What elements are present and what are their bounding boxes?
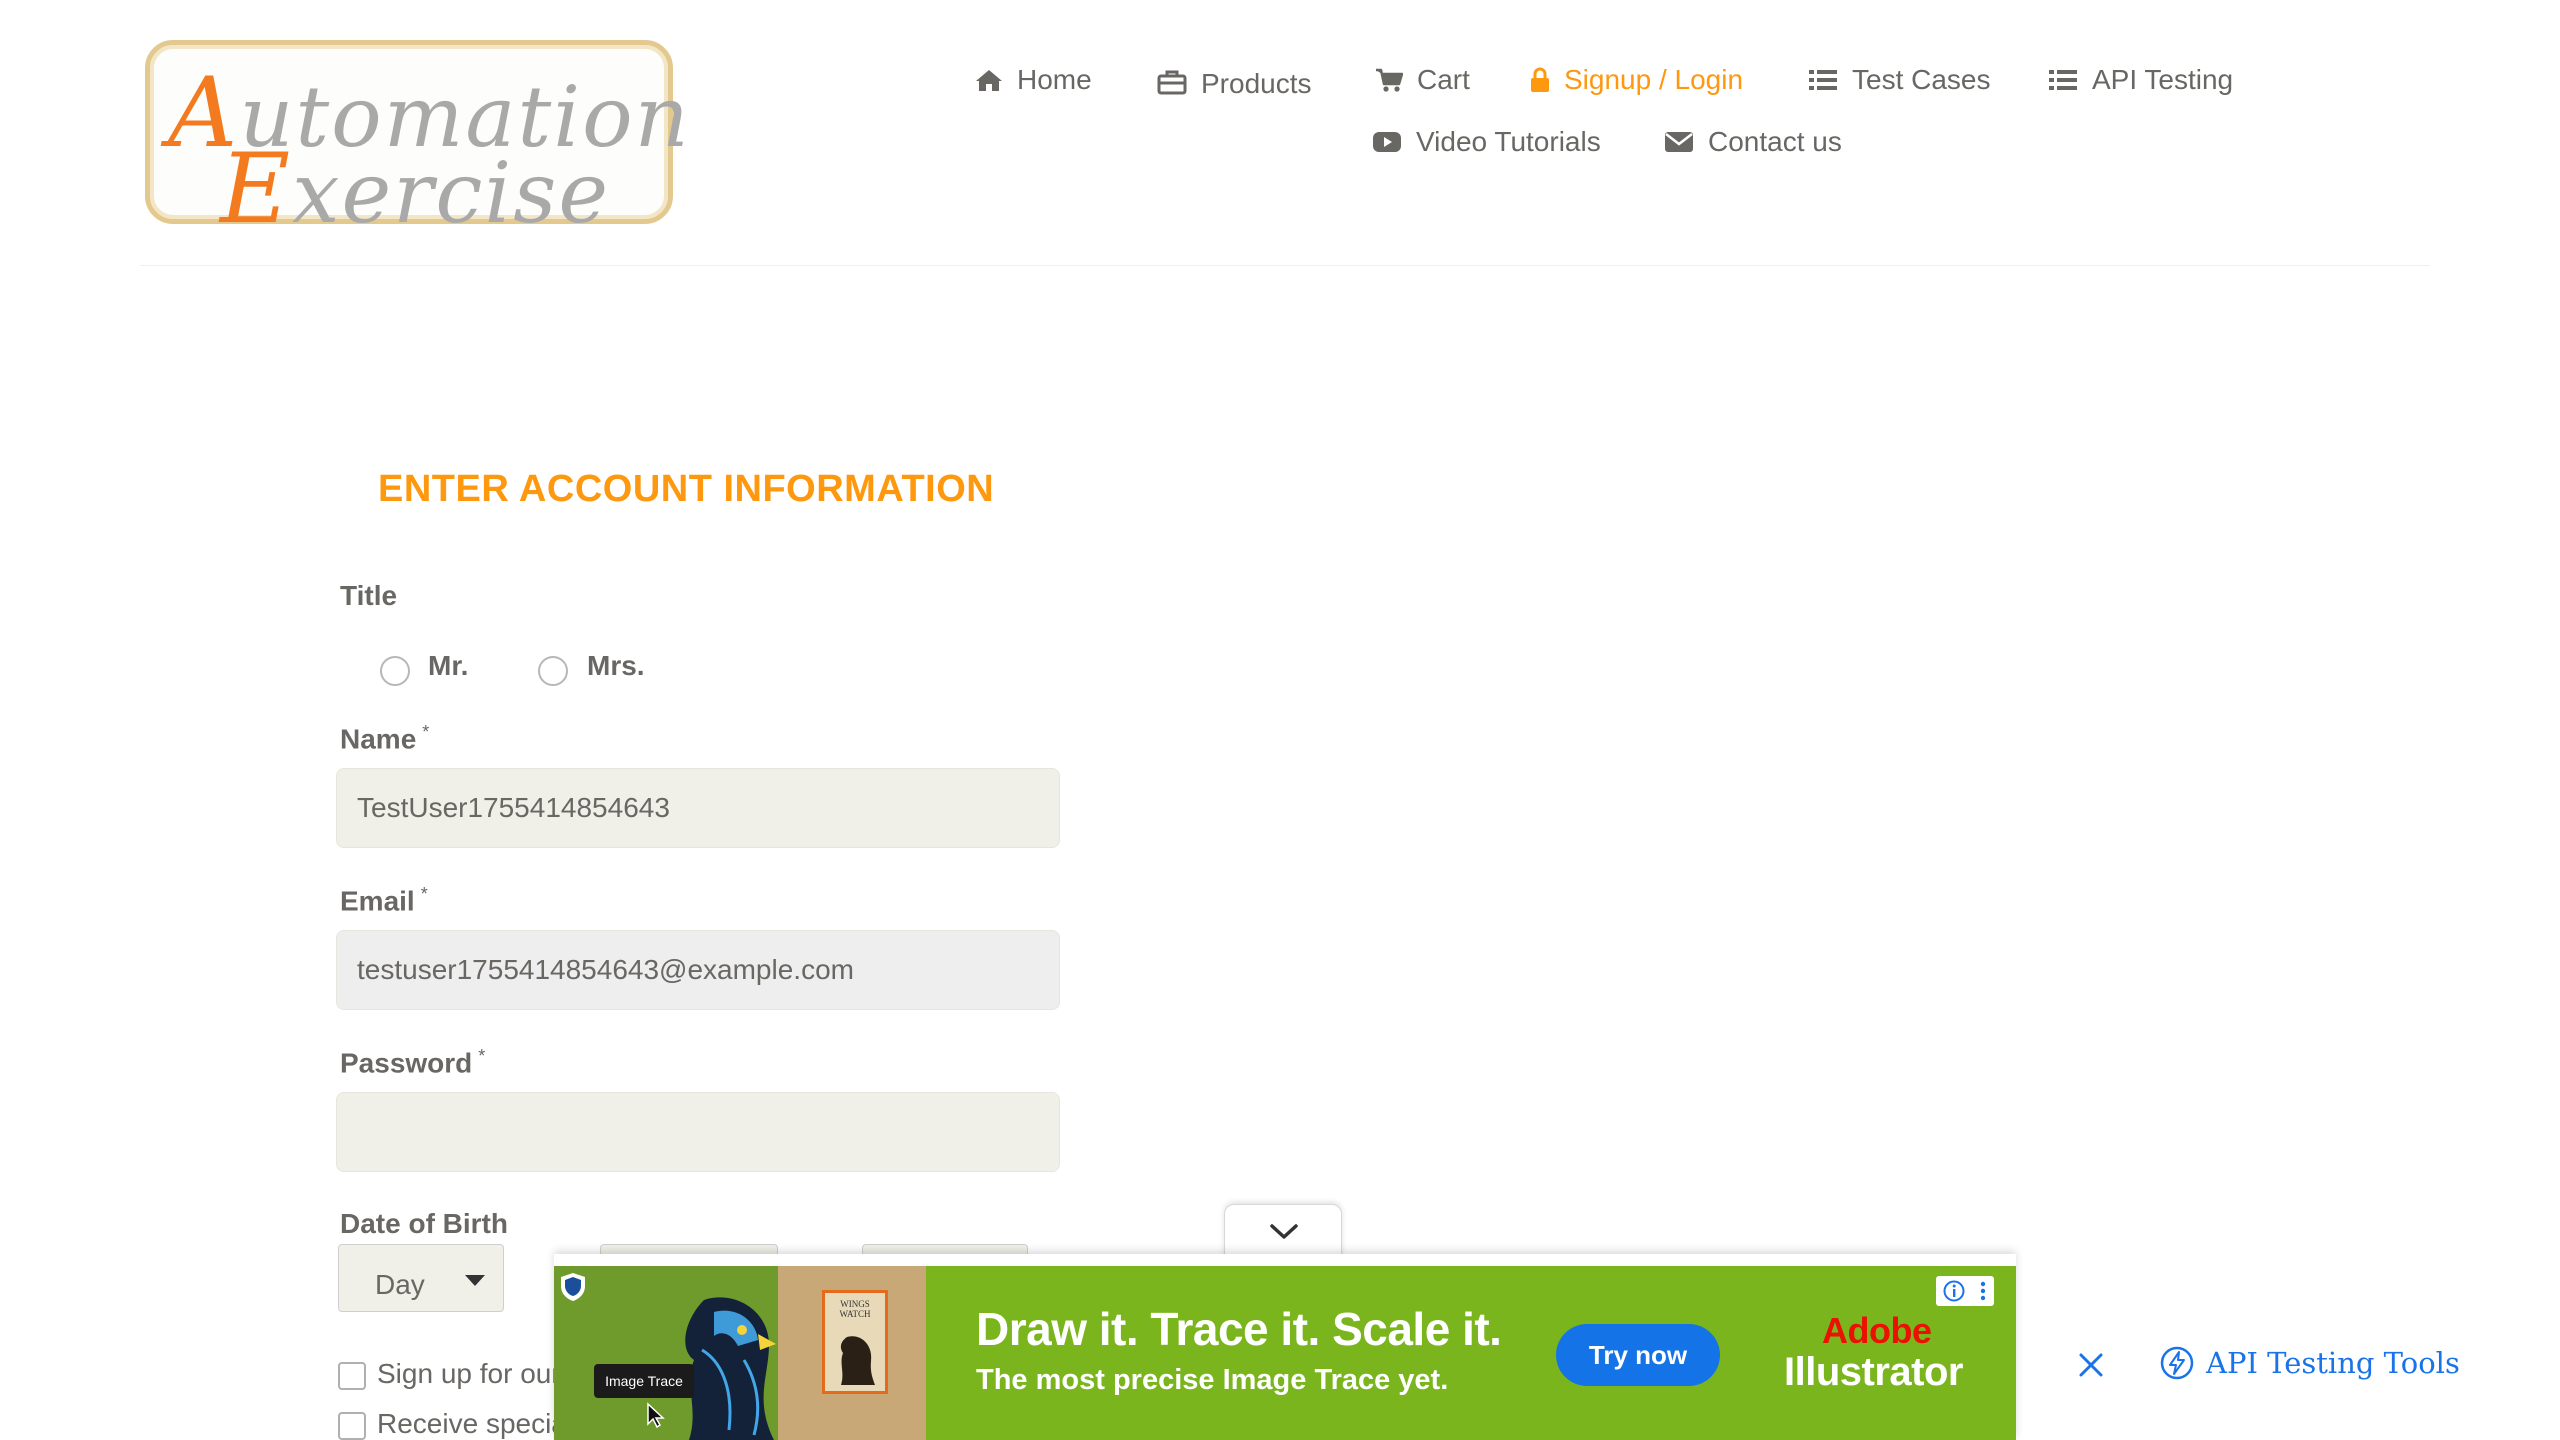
nav-home[interactable]: Home — [975, 64, 1092, 96]
password-label: Password * — [340, 1046, 486, 1079]
title-label: Title — [340, 580, 398, 611]
page-title: ENTER ACCOUNT INFORMATION — [378, 468, 995, 510]
site-logo[interactable]: Automation Exercise — [145, 40, 689, 245]
ad-artwork: Image Trace WINGS WATCH — [554, 1266, 926, 1440]
nav-signup-login-label: Signup / Login — [1564, 64, 1744, 95]
ad-book-image: WINGS WATCH — [778, 1266, 926, 1440]
nav-video-tutorials[interactable]: Video Tutorials — [1372, 126, 1601, 158]
list-icon — [1809, 70, 1837, 90]
api-testing-tools-link[interactable]: API Testing Tools — [2160, 1346, 2460, 1380]
email-label: Email * — [340, 884, 428, 917]
chevron-down-icon — [1270, 1224, 1298, 1239]
radio-mrs-label[interactable]: Mrs. — [587, 650, 645, 682]
logo-text-exercise: xercise — [292, 144, 611, 242]
ad-choices[interactable] — [1936, 1276, 1994, 1306]
home-icon — [976, 70, 1002, 91]
ad-headline: Draw it. Trace it. Scale it. — [976, 1303, 1502, 1355]
nav-products-label: Products — [1201, 68, 1312, 99]
nav-products[interactable]: Products — [1157, 64, 1312, 100]
nav-api-testing[interactable]: API Testing — [2048, 64, 2233, 96]
small-bird-icon — [840, 1336, 875, 1385]
required-marker: * — [478, 1046, 486, 1066]
ad-brand-adobe: Adobe — [1822, 1310, 1932, 1351]
radio-mr-label[interactable]: Mr. — [428, 650, 468, 682]
play-icon — [1373, 132, 1401, 152]
cart-icon — [1376, 68, 1403, 92]
dob-day-value: Day — [375, 1269, 425, 1300]
newsletter-checkbox[interactable] — [338, 1362, 366, 1390]
ad-badge-image-trace: Image Trace — [594, 1364, 694, 1398]
dob-label: Date of Birth — [340, 1208, 508, 1239]
radio-mrs[interactable] — [538, 656, 568, 686]
ad-banner[interactable]: Image Trace WINGS WATCH Draw it. Trace i… — [554, 1266, 2016, 1440]
info-icon[interactable] — [1943, 1280, 1965, 1302]
name-label: Name * — [340, 722, 430, 755]
more-vertical-icon[interactable] — [1979, 1280, 1987, 1302]
nav-video-tutorials-label: Video Tutorials — [1416, 126, 1601, 157]
offers-label[interactable]: Receive specia — [377, 1408, 567, 1440]
nav-cart[interactable]: Cart — [1375, 64, 1470, 96]
ad-try-now-button[interactable]: Try now — [1556, 1324, 1720, 1386]
nav-signup-login[interactable]: Signup / Login — [1530, 64, 1743, 96]
dob-day-select[interactable]: Day — [338, 1244, 504, 1312]
ad-subline: The most precise Image Trace yet. — [976, 1364, 1449, 1396]
close-icon — [2079, 1353, 2103, 1377]
nav-test-cases-label: Test Cases — [1852, 64, 1991, 95]
ad-book-title: WINGS WATCH — [839, 1299, 871, 1319]
lock-icon — [1531, 67, 1549, 92]
logo-initial-e: E — [220, 133, 293, 245]
close-ad-button[interactable] — [2078, 1352, 2104, 1383]
required-marker: * — [422, 722, 430, 742]
caret-down-icon — [465, 1275, 485, 1286]
ad-collapse-tab[interactable] — [1224, 1204, 1342, 1260]
name-field[interactable] — [336, 768, 1060, 848]
header-divider — [140, 265, 2430, 266]
ad-brand-illustrator: Illustrator — [1784, 1350, 1963, 1394]
briefcase-icon — [1157, 70, 1187, 95]
nav-contact-us[interactable]: Contact us — [1664, 126, 1842, 158]
password-field[interactable] — [336, 1092, 1060, 1172]
list-icon — [2049, 70, 2077, 90]
cursor-arrow-icon — [647, 1402, 665, 1428]
bolt-circle-icon — [2160, 1346, 2194, 1380]
radio-mr[interactable] — [380, 656, 410, 686]
anchor-ad: Image Trace WINGS WATCH Draw it. Trace i… — [554, 1254, 2016, 1440]
offers-checkbox[interactable] — [338, 1412, 366, 1440]
api-testing-tools-label: API Testing Tools — [2206, 1346, 2460, 1380]
nav-home-label: Home — [1017, 64, 1092, 95]
shield-icon — [561, 1273, 585, 1301]
nav-test-cases[interactable]: Test Cases — [1808, 64, 1991, 96]
required-marker: * — [420, 884, 428, 904]
newsletter-label[interactable]: Sign up for our — [377, 1358, 561, 1390]
nav-cart-label: Cart — [1417, 64, 1470, 95]
nav-contact-us-label: Contact us — [1708, 126, 1842, 157]
email-field[interactable] — [336, 930, 1060, 1010]
nav-api-testing-label: API Testing — [2092, 64, 2234, 95]
envelope-icon — [1665, 132, 1693, 152]
